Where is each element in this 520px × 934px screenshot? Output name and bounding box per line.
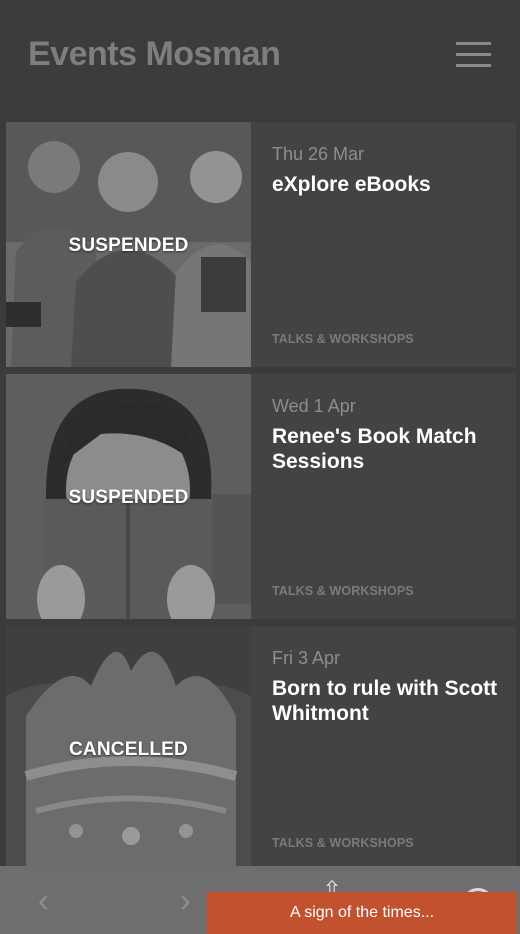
event-card[interactable]: SUSPENDED Wed 1 Apr Renee's Book Match S…: [6, 374, 516, 619]
event-category: TALKS & WORKSHOPS: [272, 584, 414, 598]
event-title: eXplore eBooks: [272, 173, 431, 196]
event-status-badge: SUSPENDED: [68, 235, 189, 256]
event-date: Thu 26 Mar: [272, 144, 365, 164]
back-icon[interactable]: ‹: [38, 882, 49, 919]
event-date: Wed 1 Apr: [272, 396, 356, 416]
forward-icon[interactable]: ›: [180, 882, 191, 919]
hamburger-menu-button[interactable]: [456, 38, 492, 70]
event-title: Born to rule with Scott Whitmont: [272, 677, 498, 725]
menu-line: [456, 64, 491, 67]
event-thumbnail-book-reader: SUSPENDED: [6, 374, 251, 619]
event-card[interactable]: SUSPENDED Thu 26 Mar eXplore eBooks TALK…: [6, 122, 516, 367]
event-card[interactable]: CANCELLED Fri 3 Apr Born to rule with Sc…: [6, 626, 516, 871]
toast-banner[interactable]: A sign of the times...: [207, 892, 517, 934]
menu-line: [456, 42, 491, 45]
menu-line: [456, 53, 491, 56]
event-status-badge: SUSPENDED: [68, 487, 189, 508]
event-category: TALKS & WORKSHOPS: [272, 332, 414, 346]
event-thumbnail-crown: CANCELLED: [6, 626, 251, 871]
page-title: Events Mosman: [28, 35, 281, 73]
event-title: Renee's Book Match Sessions: [272, 425, 477, 473]
app-header: Events Mosman: [0, 0, 520, 114]
event-status-badge: CANCELLED: [69, 739, 188, 760]
event-date: Fri 3 Apr: [272, 648, 341, 668]
event-list: SUSPENDED Thu 26 Mar eXplore eBooks TALK…: [6, 122, 516, 878]
event-category: TALKS & WORKSHOPS: [272, 836, 414, 850]
event-thumbnail-readers: SUSPENDED: [6, 122, 251, 367]
